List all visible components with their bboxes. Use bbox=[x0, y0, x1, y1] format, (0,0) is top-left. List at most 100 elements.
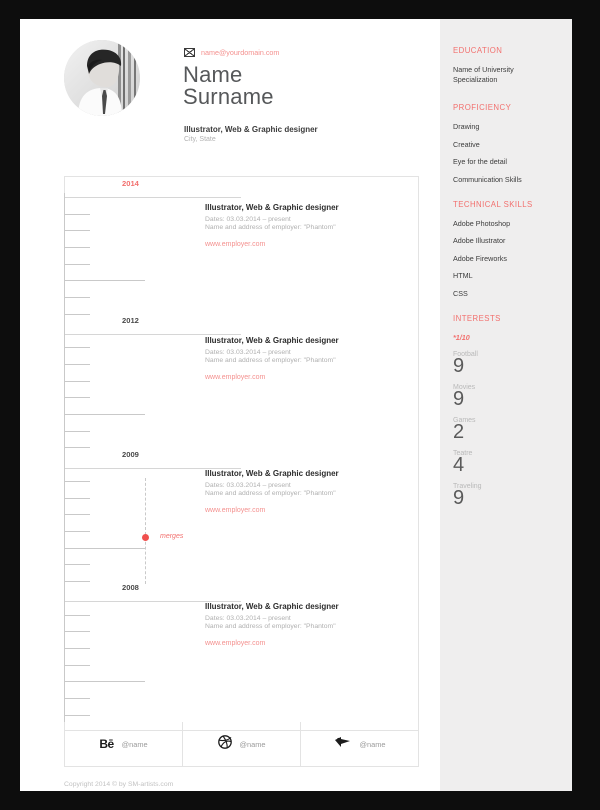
experience-meta: Dates: 03.03.2014 – present Name and addr… bbox=[205, 349, 405, 366]
technical-skill-item: Adobe Fireworks bbox=[453, 253, 507, 263]
timeline-tick bbox=[65, 498, 90, 499]
social-behance[interactable]: Bē @name bbox=[65, 722, 183, 766]
timeline-tick bbox=[65, 414, 145, 415]
timeline-tick bbox=[65, 514, 90, 515]
experience-dates: Dates: 03.03.2014 – present bbox=[205, 216, 291, 223]
dribbble-icon bbox=[217, 734, 232, 754]
timeline-axis bbox=[64, 193, 65, 731]
proficiency-heading: PROFICIENCY bbox=[453, 103, 512, 112]
timeline-year-label: 2008 bbox=[122, 583, 139, 592]
interests-heading: INTERESTS bbox=[453, 313, 501, 323]
timeline-tick bbox=[65, 297, 90, 298]
job-title: Illustrator, Web & Graphic designer bbox=[184, 125, 318, 134]
copyright: Copyright 2014 © by SM-artists.com bbox=[64, 781, 174, 788]
interest-value: 9 bbox=[453, 486, 465, 509]
experience-title: Illustrator, Web & Graphic designer bbox=[205, 469, 339, 478]
timeline-tick bbox=[65, 631, 90, 632]
interest-row: Movies 9 bbox=[453, 384, 572, 411]
timeline-tick bbox=[65, 531, 90, 532]
timeline-tick bbox=[65, 431, 90, 432]
timeline-tick bbox=[65, 214, 90, 215]
sidebar-section-education: EDUCATION Name of University Specializat… bbox=[453, 46, 572, 85]
interest-row: Traveling 9 bbox=[453, 483, 572, 510]
timeline-tick bbox=[65, 715, 90, 716]
dribbble-handle[interactable]: @name bbox=[240, 740, 266, 749]
social-footer: Bē @name @name @name bbox=[64, 722, 419, 767]
experience-url[interactable]: www.employer.com bbox=[205, 507, 405, 514]
timeline-tick bbox=[65, 247, 90, 248]
timeline-tick bbox=[65, 648, 90, 649]
social-forrst[interactable]: @name bbox=[301, 722, 418, 766]
merge-label: merges bbox=[160, 533, 184, 540]
interest-row: Teatre 4 bbox=[453, 450, 572, 477]
timeline-tick bbox=[65, 264, 90, 265]
avatar bbox=[64, 40, 140, 116]
email-address[interactable]: name@yourdomain.com bbox=[201, 48, 279, 57]
technical-skill-item: Adobe Photoshop bbox=[453, 218, 511, 228]
experience-meta: Dates: 03.03.2014 – present Name and addr… bbox=[205, 615, 405, 632]
technical-skills-heading: TECHNICAL SKILLS bbox=[453, 199, 533, 209]
merge-dashed-line bbox=[145, 478, 146, 584]
experience-employer: Name and address of employer: "Phantom" bbox=[205, 224, 336, 232]
forrst-icon bbox=[334, 735, 352, 753]
behance-handle[interactable]: @name bbox=[122, 740, 148, 749]
proficiency-item: Drawing bbox=[453, 122, 480, 131]
timeline-tick bbox=[65, 481, 90, 482]
experience-title: Illustrator, Web & Graphic designer bbox=[205, 336, 339, 345]
proficiency-item: Creative bbox=[453, 139, 480, 149]
timeline-tick bbox=[65, 548, 145, 549]
timeline-tick bbox=[65, 381, 90, 382]
timeline-tick bbox=[65, 698, 90, 699]
interest-value: 4 bbox=[453, 453, 465, 476]
experience-url[interactable]: www.employer.com bbox=[205, 374, 405, 381]
experience-dates: Dates: 03.03.2014 – present bbox=[205, 482, 291, 489]
interest-row: Games 2 bbox=[453, 417, 572, 444]
sidebar-section-technical-skills: TECHNICAL SKILLS Adobe Photoshop Adobe I… bbox=[453, 200, 572, 298]
behance-icon: Bē bbox=[99, 737, 114, 751]
timeline-year-label: 2009 bbox=[122, 450, 139, 459]
timeline-year-line bbox=[65, 197, 241, 198]
email-row[interactable]: name@yourdomain.com bbox=[184, 48, 279, 57]
timeline-year-label: 2012 bbox=[122, 316, 139, 325]
experience-title: Illustrator, Web & Graphic designer bbox=[205, 203, 339, 212]
experience-entry: Illustrator, Web & Graphic designer Dates… bbox=[205, 602, 405, 647]
location: City, State bbox=[184, 136, 216, 143]
timeline-tick bbox=[65, 314, 90, 315]
social-dribbble[interactable]: @name bbox=[183, 722, 301, 766]
experience-url[interactable]: www.employer.com bbox=[205, 640, 405, 647]
envelope-icon bbox=[184, 48, 195, 57]
experience-url[interactable]: www.employer.com bbox=[205, 241, 405, 248]
merge-dot-icon bbox=[141, 534, 149, 541]
education-heading: EDUCATION bbox=[453, 46, 503, 55]
proficiency-item: Eye for the detail bbox=[453, 157, 507, 166]
education-body: Name of University Specialization bbox=[453, 65, 572, 85]
technical-skill-item: Adobe Illustrator bbox=[453, 236, 506, 245]
timeline-tick bbox=[65, 665, 90, 666]
timeline-year-line bbox=[65, 334, 241, 335]
timeline-tick bbox=[65, 681, 145, 682]
experience-entry: Illustrator, Web & Graphic designer Dates… bbox=[205, 203, 405, 248]
experience-employer: Name and address of employer: "Phantom" bbox=[205, 623, 336, 631]
experience-meta: Dates: 03.03.2014 – present Name and addr… bbox=[205, 216, 405, 233]
interest-value: 9 bbox=[453, 387, 465, 410]
timeline-tick bbox=[65, 447, 90, 448]
experience-employer: Name and address of employer: "Phantom" bbox=[205, 357, 336, 365]
last-name: Surname bbox=[183, 84, 274, 109]
sidebar-section-proficiency: PROFICIENCY Drawing Creative Eye for the… bbox=[453, 103, 572, 184]
education-specialization: Specialization bbox=[453, 75, 498, 84]
experience-entry: Illustrator, Web & Graphic designer Dates… bbox=[205, 469, 405, 514]
interest-value: 2 bbox=[453, 420, 465, 443]
timeline-tick bbox=[65, 581, 90, 582]
interests-scale-note: *1/10 bbox=[453, 332, 470, 342]
timeline-tick bbox=[65, 280, 145, 281]
experience-frame bbox=[64, 176, 419, 731]
experience-title: Illustrator, Web & Graphic designer bbox=[205, 602, 339, 611]
interest-value: 9 bbox=[453, 354, 465, 377]
technical-skill-item: HTML bbox=[453, 271, 473, 280]
experience-employer: Name and address of employer: "Phantom" bbox=[205, 490, 336, 498]
timeline-tick bbox=[65, 230, 90, 231]
experience-meta: Dates: 03.03.2014 – present Name and addr… bbox=[205, 482, 405, 499]
forrst-handle[interactable]: @name bbox=[360, 740, 386, 749]
timeline-year-label: 2014 bbox=[122, 179, 139, 188]
experience-entry: Illustrator, Web & Graphic designer Dates… bbox=[205, 336, 405, 381]
